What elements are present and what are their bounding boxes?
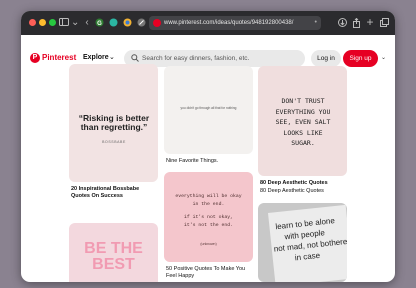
address-bar[interactable]: www.pinterest.com/ideas/quotes/948192800… bbox=[149, 16, 321, 30]
search-icon bbox=[131, 54, 139, 62]
pin-title[interactable]: 80 Deep Aesthetic Quotes bbox=[260, 180, 348, 187]
pin-title[interactable]: 50 Positive Quotes To Make You Feel Happ… bbox=[166, 266, 254, 279]
pin-card[interactable]: “Risking is better than regretting.” BOS… bbox=[69, 64, 158, 182]
pinterest-logo-icon[interactable]: P bbox=[30, 53, 40, 63]
pin-attribution: (unknown) bbox=[200, 242, 217, 246]
chevron-down-icon[interactable]: ⌄ bbox=[381, 52, 386, 64]
pin-quote-text: BE THE BEST bbox=[84, 240, 143, 273]
browser-window: ⌄ ‹ G www.pinterest.com/ideas/quotes/948… bbox=[21, 11, 395, 282]
pin-quote-line: if it's not okay, bbox=[184, 215, 233, 220]
pin-card[interactable]: you didn't go through all that for nothi… bbox=[164, 66, 253, 154]
pin-attribution: BOSSBABE bbox=[102, 140, 126, 144]
pin-quote-line: it's not the end. bbox=[184, 223, 233, 228]
extension-g-icon[interactable]: G bbox=[93, 16, 105, 29]
extension-color-icon[interactable] bbox=[121, 16, 133, 29]
chevron-down-icon[interactable]: ⌄ bbox=[71, 16, 79, 29]
pin-quote-text: Don't trust everything you see, even sal… bbox=[275, 97, 331, 147]
pin-card[interactable]: Don't trust everything you see, even sal… bbox=[258, 66, 347, 176]
svg-text:G: G bbox=[97, 21, 102, 27]
search-input[interactable]: Search for easy dinners, fashion, etc. bbox=[142, 50, 249, 67]
pin-card[interactable]: learn to be alone with people not mad, n… bbox=[258, 203, 347, 282]
back-icon[interactable]: ‹ bbox=[83, 16, 91, 29]
download-icon[interactable] bbox=[337, 16, 347, 29]
extension-chat-icon[interactable] bbox=[107, 16, 119, 29]
close-window-button[interactable] bbox=[29, 19, 36, 26]
pin-quote-text: “Risking is better than regretting.” bbox=[78, 113, 150, 132]
pin-sign-image: learn to be alone with people not mad, n… bbox=[268, 204, 347, 282]
brand-name[interactable]: Pinterest bbox=[42, 52, 76, 64]
sidebar-toggle-icon[interactable] bbox=[58, 16, 70, 29]
pin-quote-line: in case bbox=[294, 250, 321, 263]
signup-button[interactable]: Sign up bbox=[343, 50, 378, 67]
new-tab-icon[interactable]: + bbox=[365, 16, 375, 29]
pin-quote-line: in the end. bbox=[192, 202, 225, 207]
lock-icon: • bbox=[314, 19, 317, 26]
minimize-window-button[interactable] bbox=[39, 19, 46, 26]
pin-title[interactable]: Nine Favorite Things. bbox=[166, 158, 254, 165]
extension-pen-icon[interactable] bbox=[135, 16, 147, 29]
chevron-down-icon[interactable]: ⌄ bbox=[109, 52, 115, 64]
pin-subtitle: 80 Deep Aesthetic Quotes bbox=[260, 188, 324, 194]
pin-quote-text: you didn't go through all that for nothi… bbox=[180, 106, 237, 110]
title-bar: ⌄ ‹ G www.pinterest.com/ideas/quotes/948… bbox=[21, 11, 395, 35]
url-text: www.pinterest.com/ideas/quotes/948192800… bbox=[164, 20, 294, 26]
share-icon[interactable] bbox=[351, 16, 361, 29]
tab-overview-icon[interactable] bbox=[379, 16, 389, 29]
pinterest-favicon-icon bbox=[153, 19, 161, 27]
pin-title[interactable]: 20 Inspirational Bossbabe Quotes On Succ… bbox=[71, 186, 159, 199]
zoom-window-button[interactable] bbox=[49, 19, 56, 26]
explore-menu[interactable]: Explore bbox=[83, 52, 109, 64]
pin-card[interactable]: BE THE BEST bbox=[69, 223, 158, 282]
pin-quote-line: everything will be okay bbox=[175, 194, 242, 199]
pin-card[interactable]: everything will be okay in the end. if i… bbox=[164, 172, 253, 262]
login-button[interactable]: Log in bbox=[311, 50, 341, 67]
